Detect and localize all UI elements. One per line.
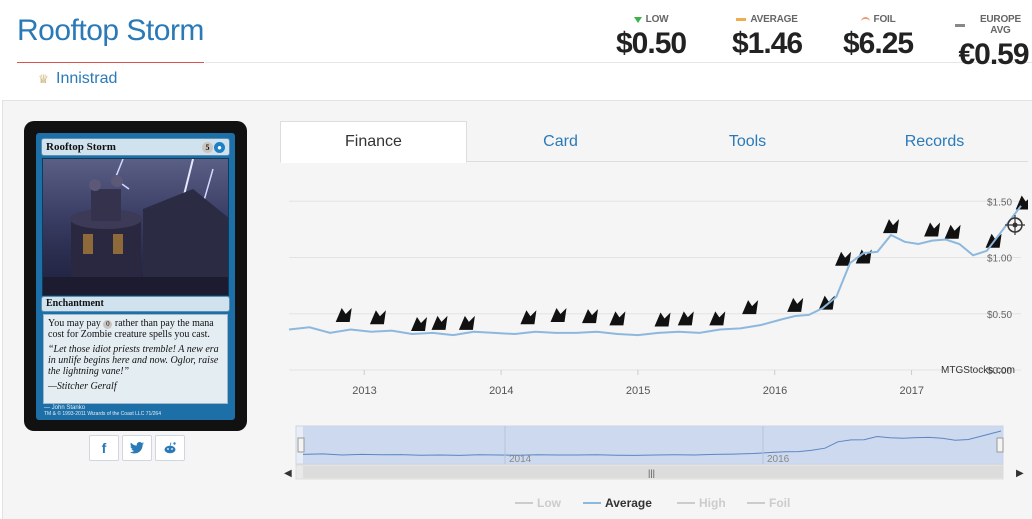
twitter-icon <box>130 442 144 454</box>
card-type-line: Enchantment <box>41 296 230 312</box>
card-title: Rooftop Storm <box>17 14 204 47</box>
facebook-share-button[interactable]: f <box>89 435 119 461</box>
navigator-right-handle[interactable] <box>996 437 1004 453</box>
navigator-scrollbar[interactable]: ◀ ▶ ||| <box>284 464 1024 480</box>
europe-marker-icon <box>955 23 965 27</box>
x-tick-label: 2016 <box>763 385 787 397</box>
svg-text:High: High <box>699 496 726 510</box>
price-chart-svg: $1.50$1.00$0.50$0.00 2013 2014 2015 2016 201… <box>281 170 1032 519</box>
scroll-right-arrow-icon[interactable]: ▶ <box>1016 468 1024 479</box>
tab-tools[interactable]: Tools <box>654 121 841 162</box>
average-marker-icon <box>736 18 747 21</box>
tab-card[interactable]: Card <box>467 121 654 162</box>
chart-watermark: MTGStocks.com <box>941 365 1015 376</box>
price-average-label: AVERAGE <box>750 14 798 25</box>
card-flavor-attribution: —Stitcher Geralf <box>48 381 117 392</box>
scrollbar-grip-icon[interactable]: ||| <box>648 468 655 478</box>
price-europe: EUROPE AVG €0.59 <box>955 14 1032 72</box>
mana-cost: 5 ● <box>202 141 225 153</box>
card-footer: — John Stanko TM & © 1993-2011 Wizards o… <box>44 405 161 417</box>
header-divider <box>205 62 1032 63</box>
facebook-icon: f <box>101 440 107 456</box>
price-foil: FOIL $6.25 <box>843 14 914 61</box>
zero-mana-icon: 0 <box>103 320 113 329</box>
crown-set-icon: ♕ <box>38 72 49 86</box>
svg-text:Low: Low <box>537 496 562 510</box>
price-foil-value: $6.25 <box>843 27 914 60</box>
price-average: AVERAGE $1.46 <box>732 14 803 61</box>
x-tick-label: 2013 <box>352 385 376 397</box>
price-low-value: $0.50 <box>616 27 687 60</box>
price-low-label: LOW <box>645 14 669 25</box>
tab-records[interactable]: Records <box>841 121 1028 162</box>
scroll-left-arrow-icon[interactable]: ◀ <box>284 468 292 479</box>
y-tick-label: $0.50 <box>987 310 1012 321</box>
price-europe-label: EUROPE AVG <box>979 14 1021 36</box>
card-face-name: Rooftop Storm <box>46 141 116 153</box>
card-flavor-text: “Let those idiot priests tremble! A new … <box>48 344 219 377</box>
down-triangle-icon <box>633 16 642 23</box>
card-copyright: TM & © 1993-2011 Wizards of the Coast LL… <box>44 411 161 417</box>
share-buttons: f <box>89 435 185 461</box>
card-rules-text: You may pay 0 rather than pay the mana c… <box>48 318 214 340</box>
reddit-share-button[interactable] <box>155 435 185 461</box>
range-navigator[interactable]: 2014 2016 <box>295 425 1004 465</box>
card-face: Rooftop Storm 5 ● Enchantment You may pa… <box>36 133 235 420</box>
twitter-share-button[interactable] <box>122 435 152 461</box>
x-tick-label: 2017 <box>900 385 924 397</box>
detail-tabs: Finance Card Tools Records <box>280 121 1028 163</box>
price-europe-value: €0.59 <box>958 38 1029 71</box>
x-tick-label: 2015 <box>626 385 650 397</box>
generic-mana-icon: 5 <box>202 141 213 153</box>
price-low: LOW $0.50 <box>616 14 687 61</box>
reddit-icon <box>164 442 176 454</box>
foil-marker-icon <box>860 16 870 23</box>
x-tick-label: 2014 <box>489 385 513 397</box>
card-name-bar: Rooftop Storm 5 ● <box>41 138 230 156</box>
price-average-value: $1.46 <box>732 27 803 60</box>
y-tick-label: $1.50 <box>987 197 1012 208</box>
set-name: Innistrad <box>56 70 118 87</box>
svg-text:Average: Average <box>605 496 652 510</box>
card-art <box>42 158 229 296</box>
card-art-illustration <box>43 159 228 295</box>
set-link[interactable]: ♕ Innistrad <box>38 70 117 88</box>
navigator-label-2016: 2016 <box>767 454 790 465</box>
card-text-box: You may pay 0 rather than pay the mana c… <box>43 314 228 404</box>
tab-finance[interactable]: Finance <box>280 121 467 163</box>
price-foil-label: FOIL <box>873 14 896 25</box>
title-underline <box>17 62 204 63</box>
svg-text:Foil: Foil <box>769 496 790 510</box>
navigator-label-2014: 2014 <box>509 454 532 465</box>
y-tick-label: $1.00 <box>987 254 1012 265</box>
navigator-left-handle[interactable] <box>297 437 305 453</box>
price-chart: $1.50 $1.00 $0.50 $0.00 2013 2014 2015 2016 201… <box>281 170 1032 519</box>
blue-mana-icon: ● <box>214 141 225 153</box>
